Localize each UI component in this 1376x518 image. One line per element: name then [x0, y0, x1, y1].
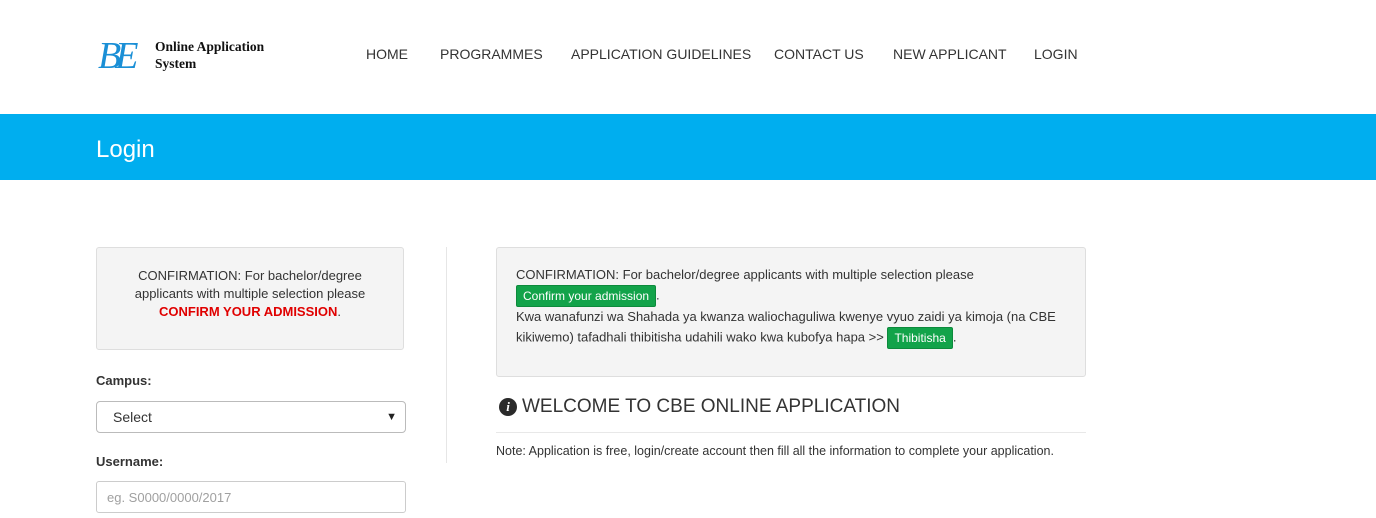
campus-selected-value: Select [113, 409, 152, 425]
cbe-logo[interactable]: BE Online Application System [96, 34, 276, 78]
page-title: Login [96, 136, 155, 163]
thibitisha-button[interactable]: Thibitisha [887, 327, 953, 349]
welcome-divider [496, 432, 1086, 433]
logo-mark: BE [98, 35, 139, 77]
thibitisha-period: . [952, 329, 957, 345]
nav-programmes[interactable]: PROGRAMMES [440, 45, 543, 63]
username-label: Username: [96, 454, 164, 469]
confirmation-period: . [337, 304, 342, 319]
welcome-heading: i WELCOME TO CBE ONLINE APPLICATION [499, 395, 900, 419]
swahili-text: Kwa wanafunzi wa Shahada ya kwanza walio… [516, 309, 1056, 345]
nav-application-guidelines[interactable]: APPLICATION GUIDELINES [571, 45, 751, 63]
confirm-admission-button[interactable]: Confirm your admission [516, 285, 657, 307]
logo-text-line1: Online Application [155, 39, 265, 54]
campus-label: Campus: [96, 373, 152, 388]
nav-new-applicant[interactable]: NEW APPLICANT [893, 45, 1007, 63]
chevron-down-icon: ▼ [386, 411, 397, 423]
campus-select[interactable]: Select ▼ [96, 401, 406, 433]
site-header: BE Online Application System HOME PROGRA… [0, 0, 1376, 114]
welcome-title: WELCOME TO CBE ONLINE APPLICATION [522, 396, 900, 417]
info-icon: i [499, 398, 517, 416]
nav-home[interactable]: HOME [366, 45, 408, 63]
confirmation-panel-left: CONFIRMATION: For bachelor/degree applic… [96, 247, 404, 350]
nav-login[interactable]: LOGIN [1034, 45, 1078, 63]
username-input[interactable] [96, 481, 406, 513]
confirmation-text-right: CONFIRMATION: For bachelor/degree applic… [516, 267, 974, 282]
confirmation-text: CONFIRMATION: For bachelor/degree applic… [134, 268, 366, 301]
column-divider [446, 247, 447, 463]
application-note: Note: Application is free, login/create … [496, 444, 1054, 458]
logo-text-line2: System [155, 56, 197, 71]
confirm-period: . [656, 287, 660, 303]
page-banner: Login [0, 114, 1376, 180]
confirmation-panel-right: CONFIRMATION: For bachelor/degree applic… [496, 247, 1086, 377]
confirm-admission-link[interactable]: CONFIRM YOUR ADMISSION [159, 304, 337, 319]
logo-text: Online Application System [155, 38, 285, 72]
nav-contact-us[interactable]: CONTACT US [774, 45, 864, 63]
